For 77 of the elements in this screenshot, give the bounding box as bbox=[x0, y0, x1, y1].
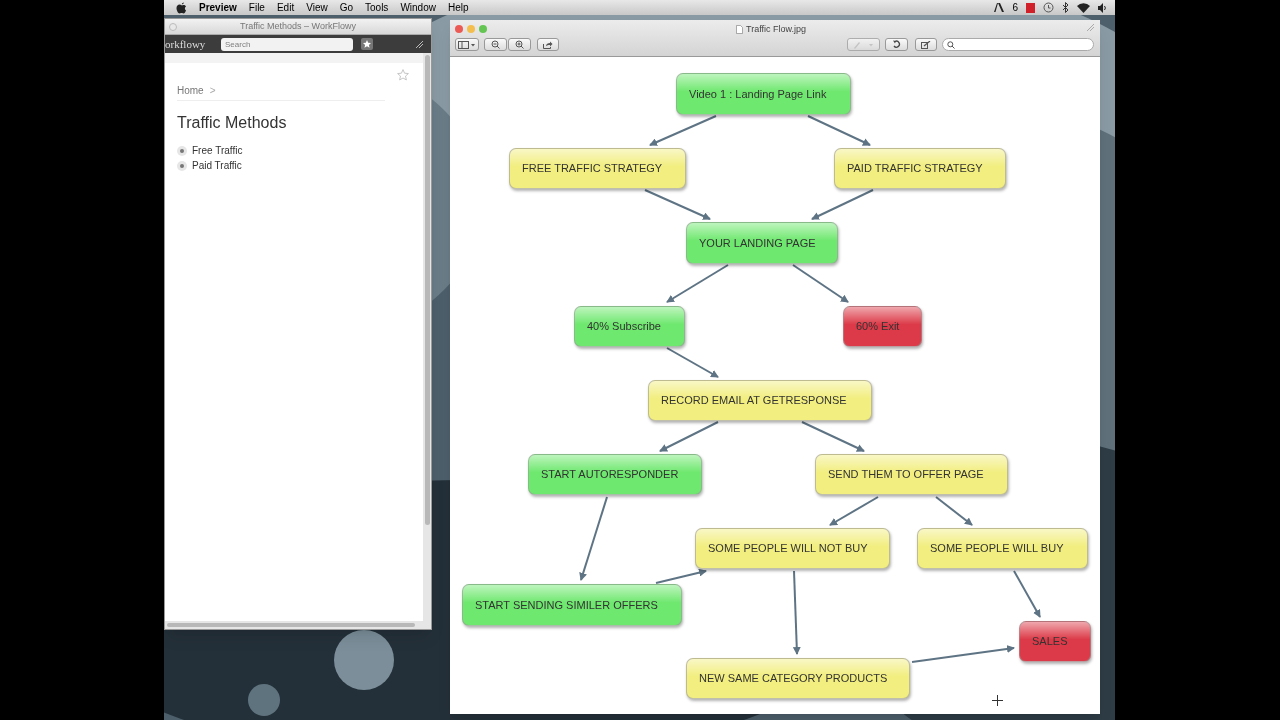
flow-node: PAID TRAFFIC STRATEGY bbox=[834, 148, 1006, 189]
clock-icon[interactable] bbox=[1043, 2, 1054, 13]
connector-arrow bbox=[935, 496, 973, 526]
document-icon bbox=[736, 25, 743, 35]
connector-arrow bbox=[801, 421, 865, 452]
share-icon bbox=[543, 40, 553, 49]
breadcrumb-separator: > bbox=[209, 84, 216, 98]
page-heading: Traffic Methods bbox=[177, 113, 288, 133]
connector-arrow bbox=[811, 189, 874, 220]
close-button[interactable] bbox=[455, 25, 463, 33]
zoom-in-icon bbox=[515, 40, 524, 49]
flow-node: YOUR LANDING PAGE bbox=[686, 222, 838, 264]
menu-item[interactable]: Tools bbox=[365, 0, 389, 15]
breadcrumb-link[interactable]: Home bbox=[177, 83, 204, 98]
zoom-out-button[interactable] bbox=[484, 38, 507, 51]
list-item[interactable]: Free Traffic bbox=[192, 143, 243, 158]
connector-arrow bbox=[644, 189, 711, 220]
connector-arrow bbox=[807, 115, 871, 146]
status-count: 6 bbox=[1012, 1, 1018, 15]
connector-arrow bbox=[649, 115, 717, 146]
bullet-icon[interactable] bbox=[177, 145, 187, 156]
sidebar-button[interactable] bbox=[455, 38, 479, 51]
share-button[interactable] bbox=[537, 38, 559, 51]
app-logo[interactable]: orkflowy bbox=[165, 35, 209, 53]
search-field[interactable]: Search bbox=[221, 37, 353, 51]
flow-node: SOME PEOPLE WILL BUY bbox=[917, 528, 1088, 569]
pen-icon bbox=[852, 40, 875, 49]
edit-icon bbox=[921, 40, 931, 49]
app-menu[interactable]: Preview bbox=[199, 0, 237, 15]
flow-node: NEW SAME CATEGORY PRODUCTS bbox=[686, 658, 910, 699]
search-field[interactable] bbox=[942, 38, 1094, 51]
adobe-icon[interactable] bbox=[994, 3, 1005, 12]
connector-arrow bbox=[659, 421, 719, 452]
bullet-icon[interactable] bbox=[177, 160, 187, 171]
window-title: Traffic Flow.jpg bbox=[746, 23, 807, 36]
wifi-icon[interactable] bbox=[1077, 2, 1090, 13]
apple-icon[interactable] bbox=[176, 1, 187, 14]
flow-node: FREE TRAFFIC STRATEGY bbox=[509, 148, 686, 189]
sidebar-icon bbox=[458, 40, 476, 49]
search-icon bbox=[947, 40, 955, 49]
volume-icon[interactable] bbox=[1098, 2, 1107, 13]
status-square-icon[interactable] bbox=[1026, 2, 1035, 13]
list-item[interactable]: Paid Traffic bbox=[192, 158, 242, 173]
scrollbar-thumb[interactable] bbox=[424, 55, 430, 525]
rotate-button[interactable] bbox=[885, 38, 908, 51]
connector-arrow bbox=[1013, 570, 1041, 618]
menu-item[interactable]: Window bbox=[400, 0, 436, 15]
zoom-out-icon bbox=[491, 40, 500, 49]
zoom-in-button[interactable] bbox=[508, 38, 531, 51]
window-title: Traffic Methods – WorkFlowy bbox=[240, 19, 356, 33]
connector-arrow bbox=[666, 347, 719, 378]
star-button[interactable] bbox=[361, 38, 373, 50]
scrollbar-thumb[interactable] bbox=[167, 623, 415, 627]
crosshair-cursor-icon bbox=[992, 695, 1003, 706]
flow-node: 40% Subscribe bbox=[574, 306, 685, 347]
resize-icon[interactable] bbox=[416, 40, 423, 48]
flow-node: RECORD EMAIL AT GETRESPONSE bbox=[648, 380, 872, 421]
connector-arrow bbox=[792, 264, 849, 303]
flow-node: START SENDING SIMILER OFFERS bbox=[462, 584, 682, 626]
flow-node: 60% Exit bbox=[843, 306, 922, 347]
menu-item[interactable]: Help bbox=[447, 0, 469, 15]
menu-item[interactable]: File bbox=[248, 0, 265, 15]
menu-item[interactable]: Go bbox=[339, 0, 353, 15]
flow-node: Video 1 : Landing Page Link bbox=[676, 73, 851, 115]
flow-node: SEND THEM TO OFFER PAGE bbox=[815, 454, 1008, 495]
connector-arrow bbox=[655, 568, 707, 584]
bluetooth-icon[interactable] bbox=[1062, 2, 1069, 13]
flow-node: START AUTORESPONDER bbox=[528, 454, 702, 495]
edit-button[interactable] bbox=[915, 38, 937, 51]
rotate-icon bbox=[892, 40, 901, 49]
star-icon[interactable] bbox=[397, 69, 409, 81]
flow-node: SALES bbox=[1019, 621, 1091, 662]
connector-arrow bbox=[829, 496, 879, 526]
menu-item[interactable]: Edit bbox=[276, 0, 295, 15]
flow-node: SOME PEOPLE WILL NOT BUY bbox=[695, 528, 890, 569]
connector-arrow bbox=[666, 264, 729, 303]
menu-item[interactable]: View bbox=[306, 0, 328, 15]
